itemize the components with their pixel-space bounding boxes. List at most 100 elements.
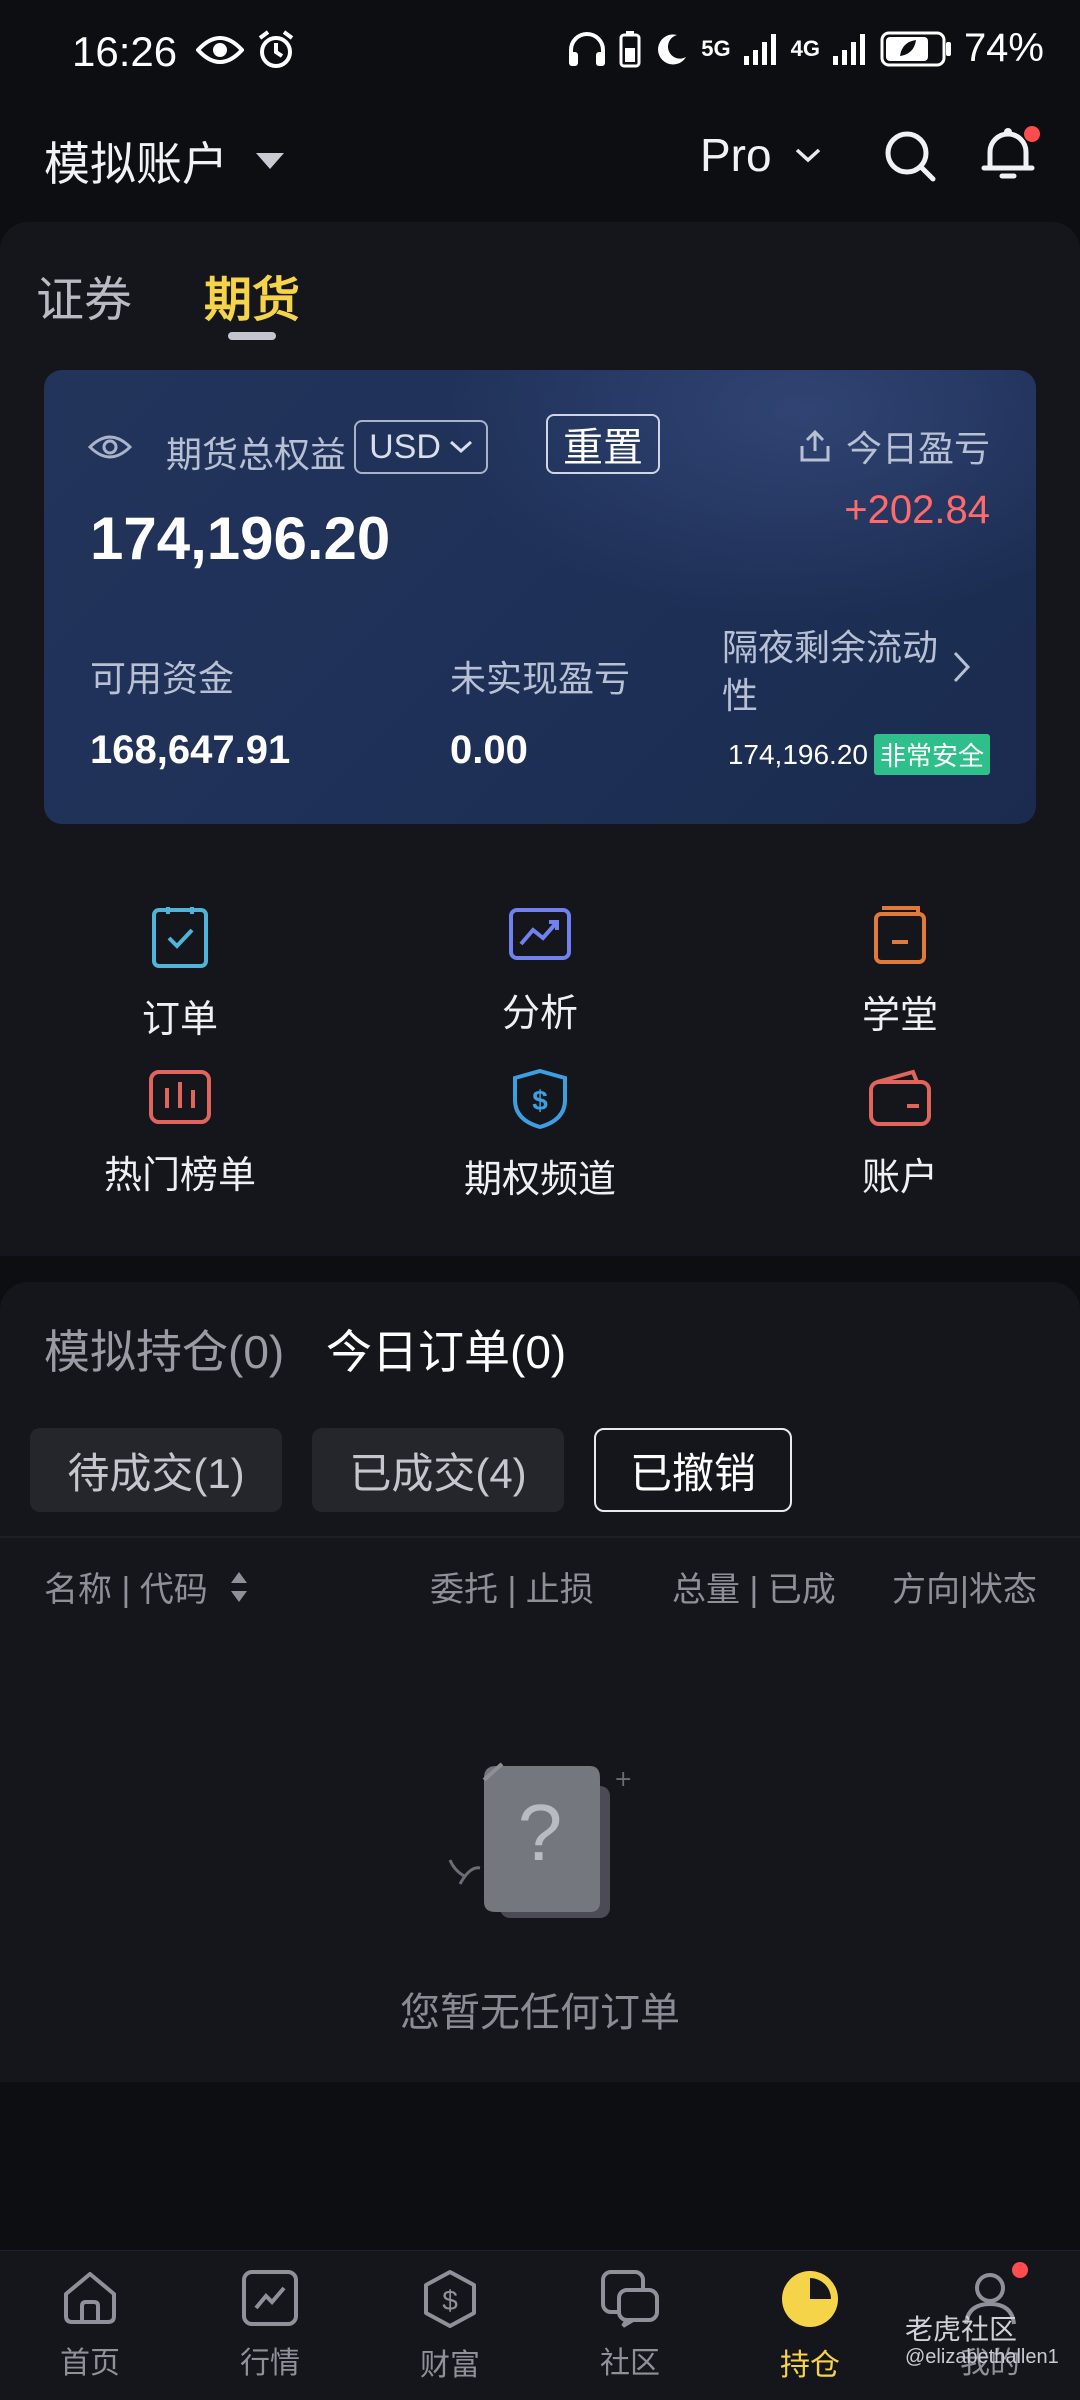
quick-action-academy[interactable]: 学堂: [770, 904, 1030, 1039]
reset-button[interactable]: 重置: [546, 414, 660, 474]
wallet-icon: [869, 1069, 931, 1126]
liquidity-label-line1: 隔夜剩余流动: [722, 627, 939, 668]
nav-label: 行情: [240, 2347, 300, 2380]
community-icon: [601, 2270, 659, 2328]
equity-title: 期货总权益: [166, 434, 347, 475]
filter-label: 已成交(4): [349, 1449, 527, 1497]
moon-icon: [658, 33, 687, 64]
nav-home[interactable]: 首页: [0, 2260, 180, 2382]
chevron-down-icon: [795, 148, 820, 163]
filter-filled[interactable]: 已成交(4): [312, 1428, 564, 1512]
signal-icon: [743, 33, 776, 65]
quick-action-orders[interactable]: 订单: [50, 904, 310, 1043]
liquidity-label-line2: 性: [722, 675, 759, 716]
quick-action-options[interactable]: $ 期权频道: [410, 1068, 670, 1203]
network-4g-label: 4G: [790, 35, 820, 61]
device-battery-icon: [619, 30, 641, 67]
currency-value: USD: [369, 427, 441, 466]
quick-action-label: 订单: [141, 999, 218, 1041]
filter-label: 已撤销: [629, 1449, 756, 1497]
sort-icon: [230, 1571, 247, 1602]
options-icon: $: [513, 1068, 567, 1130]
battery-icon: [880, 31, 951, 66]
currency-select[interactable]: USD: [354, 420, 488, 474]
column-direction-status: 方向|状态: [892, 1571, 1037, 1609]
tab-futures[interactable]: 期货: [204, 260, 300, 330]
svg-text:$: $: [442, 2285, 458, 2316]
watermark-brand: 老虎社区: [905, 2314, 1018, 2345]
chevron-right-icon[interactable]: [952, 650, 972, 684]
account-name: 模拟账户: [44, 138, 228, 190]
safety-badge: 非常安全: [873, 734, 990, 775]
svg-text:$: $: [532, 1085, 548, 1116]
ranking-icon: [149, 1070, 211, 1124]
pro-mode-toggle[interactable]: Pro: [700, 128, 822, 182]
quick-action-analysis[interactable]: 分析: [410, 904, 670, 1037]
tab-simulated-positions[interactable]: 模拟持仓(0): [44, 1316, 284, 1382]
filter-cancelled[interactable]: 已撤销: [594, 1428, 792, 1512]
analysis-icon: [509, 908, 571, 960]
market-icon: [242, 2270, 298, 2326]
quick-action-label: 学堂: [861, 995, 938, 1037]
battery-percent: 74%: [963, 26, 1044, 70]
profile-notification-dot: [1012, 2262, 1028, 2278]
watermark: 老虎社区 @elizabethallen1: [905, 2314, 1059, 2368]
orders-panel: [0, 1282, 1080, 2082]
status-right: 5G 4G 74%: [567, 26, 1044, 71]
nav-positions[interactable]: 持仓: [720, 2260, 900, 2384]
svg-text:+: +: [614, 1767, 632, 1792]
quick-action-ranking[interactable]: 热门榜单: [50, 1068, 310, 1199]
overnight-liquidity-label[interactable]: 隔夜剩余流动 性: [722, 624, 938, 720]
filter-label: 待成交(1): [67, 1449, 245, 1497]
quick-action-label: 期权频道: [463, 1159, 616, 1201]
status-bar: 16:26 5G 4G 74%: [0, 0, 1080, 100]
column-label: 名称 | 代码: [44, 1571, 208, 1609]
account-switcher[interactable]: 模拟账户: [44, 128, 284, 194]
unrealized-pl-label: 未实现盈亏: [450, 658, 631, 699]
notification-dot: [1024, 126, 1040, 142]
total-equity-value: 174,196.20: [90, 505, 391, 572]
column-qty-filled: 总量 | 已成: [672, 1571, 836, 1609]
quick-action-label: 账户: [861, 1157, 938, 1199]
today-pl-header[interactable]: 今日盈亏: [798, 420, 990, 472]
nav-label: 财富: [420, 2349, 480, 2382]
divider: [0, 1536, 1080, 1538]
home-icon: [64, 2272, 116, 2324]
order-icon: [152, 907, 208, 968]
today-pl-label: 今日盈亏: [845, 428, 990, 469]
nav-label: 首页: [60, 2347, 120, 2380]
headphones-icon: [569, 31, 606, 66]
academy-icon: [874, 906, 926, 964]
share-icon: [800, 429, 830, 462]
search-icon[interactable]: [882, 128, 938, 184]
tab-indicator: [228, 332, 276, 340]
empty-orders-illustration: + ?: [448, 1762, 632, 1918]
liquidity-row: 174,196.20 非常安全: [728, 734, 990, 775]
nav-wealth[interactable]: $ 财富: [360, 2260, 540, 2384]
column-name-code[interactable]: 名称 | 代码: [44, 1562, 248, 1611]
positions-pie-icon: [782, 2271, 838, 2327]
nav-label: 持仓: [780, 2349, 840, 2382]
filter-pending[interactable]: 待成交(1): [30, 1428, 282, 1512]
eye-toggle-icon[interactable]: [88, 432, 132, 462]
quick-action-account[interactable]: 账户: [770, 1068, 1030, 1201]
alarm-icon: [258, 30, 294, 68]
quick-action-label: 热门榜单: [103, 1155, 256, 1197]
status-time: 16:26: [72, 28, 178, 75]
futures-equity-card: 期货总权益 USD 重置 今日盈亏 174,196.20 +202.84 可用资…: [44, 370, 1036, 824]
pro-label: Pro: [700, 129, 772, 181]
unrealized-pl-value: 0.00: [450, 728, 528, 772]
tab-today-orders[interactable]: 今日订单(0): [326, 1316, 566, 1382]
reset-label: 重置: [563, 426, 643, 470]
quick-action-label: 分析: [501, 993, 578, 1035]
nav-community[interactable]: 社区: [540, 2260, 720, 2382]
chevron-down-icon: [449, 440, 472, 454]
nav-label: 社区: [600, 2347, 660, 2380]
wealth-icon: $: [424, 2270, 476, 2328]
empty-state-text: 您暂无任何订单: [400, 1991, 680, 2035]
caret-down-icon: [256, 153, 284, 169]
column-order-stop: 委托 | 止损: [430, 1571, 594, 1609]
available-funds-value: 168,647.91: [90, 728, 291, 772]
nav-market[interactable]: 行情: [180, 2260, 360, 2382]
tab-securities[interactable]: 证券: [36, 260, 132, 330]
